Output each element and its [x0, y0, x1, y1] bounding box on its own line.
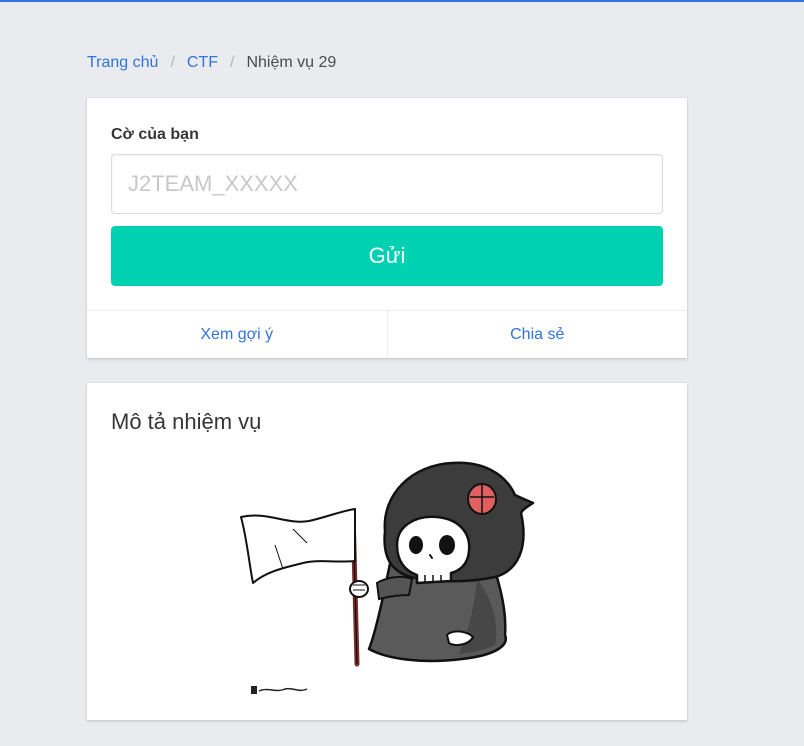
top-accent-bar	[0, 0, 804, 2]
breadcrumb: Trang chủ / CTF / Nhiệm vụ 29	[87, 53, 336, 73]
view-hint-link[interactable]: Xem gợi ý	[87, 311, 387, 358]
breadcrumb-home-link[interactable]: Trang chủ	[87, 53, 158, 73]
share-link[interactable]: Chia sẻ	[386, 311, 688, 358]
breadcrumb-ctf-link[interactable]: CTF	[187, 53, 218, 73]
breadcrumb-current-page: Nhiệm vụ 29	[246, 54, 337, 71]
mission-description-card: Mô tả nhiệm vụ	[87, 383, 687, 720]
mission-description-title: Mô tả nhiệm vụ	[111, 409, 262, 434]
breadcrumb-separator: /	[230, 54, 235, 71]
breadcrumb-separator: /	[170, 54, 175, 71]
grim-reaper-white-flag-illustration	[240, 461, 535, 694]
submit-flag-button[interactable]: Gửi	[111, 226, 663, 286]
flag-submission-card: Cờ của bạn Gửi Xem gợi ý Chia sẻ	[87, 98, 687, 358]
flag-input[interactable]	[111, 154, 663, 214]
flag-card-footer: Xem gợi ý Chia sẻ	[87, 310, 687, 358]
flag-field-label: Cờ của bạn	[111, 126, 199, 143]
